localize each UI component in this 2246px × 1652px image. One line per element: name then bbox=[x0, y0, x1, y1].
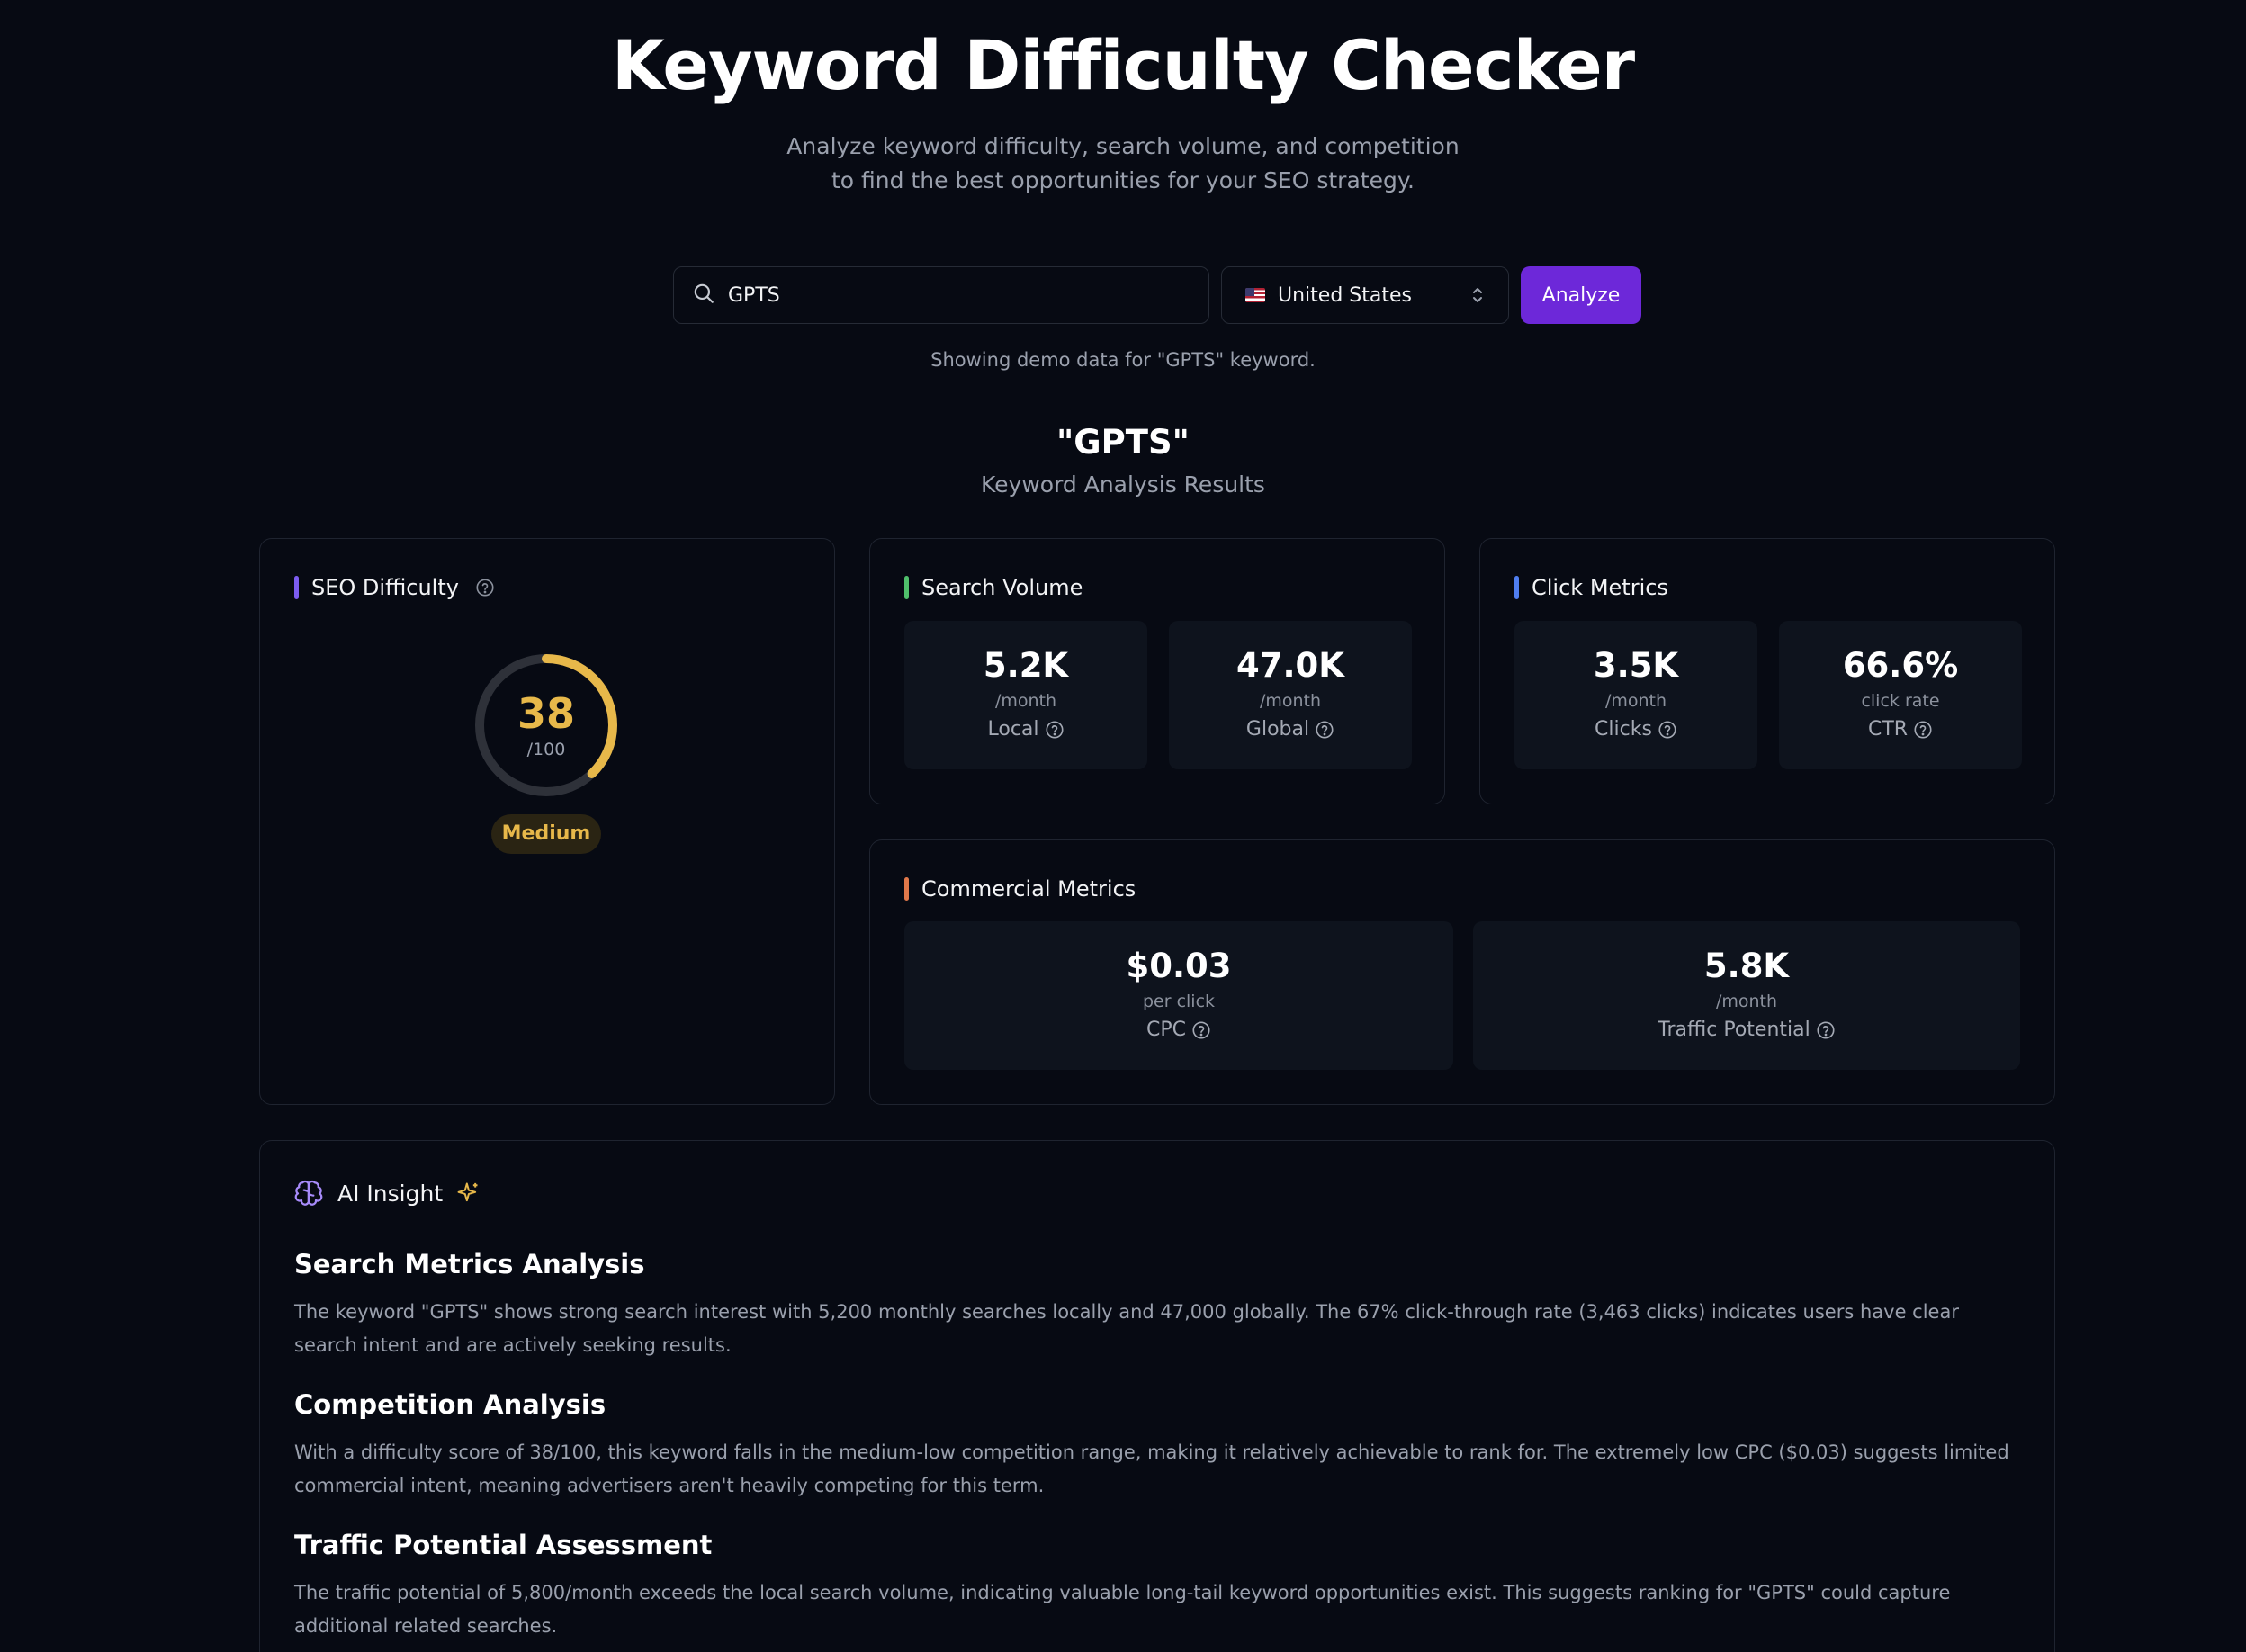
page: Keyword Difficulty Checker Analyze keywo… bbox=[0, 0, 2246, 1652]
traffic-potential-value: 5.8K bbox=[1703, 947, 1790, 985]
local-volume-label: Local bbox=[987, 718, 1039, 741]
insight-heading-traffic-potential: Traffic Potential Assessment bbox=[294, 1530, 713, 1560]
ctr-value: 66.6% bbox=[1842, 646, 1959, 685]
ctr-tile: 66.6% click rate CTR bbox=[1779, 621, 2022, 769]
local-volume-tile: 5.2K /month Local bbox=[904, 621, 1147, 769]
keyword-input[interactable] bbox=[728, 283, 1178, 307]
help-icon[interactable] bbox=[475, 578, 495, 597]
difficulty-level-badge: Medium bbox=[491, 814, 601, 854]
local-volume-label-row: Local bbox=[904, 718, 1147, 741]
difficulty-max: /100 bbox=[526, 740, 566, 759]
global-volume-tile: 47.0K /month Global bbox=[1169, 621, 1412, 769]
page-subtitle-line-1: Analyze keyword difficulty, search volum… bbox=[786, 133, 1460, 159]
cpc-value: $0.03 bbox=[1126, 947, 1232, 985]
keyword-search-box[interactable] bbox=[673, 266, 1209, 324]
page-subtitle-line-2: to find the best opportunities for your … bbox=[831, 167, 1415, 193]
help-icon[interactable] bbox=[1315, 720, 1334, 740]
click-metrics-card: Click Metrics 3.5K /month Clicks 66.6% c… bbox=[1479, 538, 2055, 804]
seo-difficulty-header: SEO Difficulty bbox=[294, 575, 495, 600]
local-volume-unit: /month bbox=[994, 691, 1057, 711]
clicks-label: Clicks bbox=[1595, 718, 1652, 741]
help-icon[interactable] bbox=[1191, 1020, 1211, 1040]
page-subtitle: Analyze keyword difficulty, search volum… bbox=[0, 130, 2246, 198]
page-title: Keyword Difficulty Checker bbox=[611, 25, 1635, 105]
ctr-label: CTR bbox=[1867, 718, 1909, 741]
result-keyword: "GPTS" bbox=[1056, 423, 1190, 462]
local-volume-value: 5.2K bbox=[983, 646, 1069, 685]
ai-insight-title: AI Insight bbox=[337, 1180, 444, 1207]
click-metrics-header: Click Metrics bbox=[1514, 575, 1668, 600]
help-icon[interactable] bbox=[1658, 720, 1677, 740]
accent-bar bbox=[904, 877, 909, 901]
commercial-metrics-title: Commercial Metrics bbox=[921, 876, 1136, 902]
cpc-unit: per click bbox=[1142, 992, 1216, 1011]
clicks-label-row: Clicks bbox=[1514, 718, 1757, 741]
ctr-unit: click rate bbox=[1861, 691, 1940, 711]
traffic-potential-unit: /month bbox=[1715, 992, 1778, 1011]
accent-bar bbox=[904, 576, 909, 599]
click-metrics-title: Click Metrics bbox=[1532, 575, 1668, 600]
accent-bar bbox=[1514, 576, 1519, 599]
clicks-value: 3.5K bbox=[1593, 646, 1679, 685]
cpc-label: CPC bbox=[1146, 1019, 1186, 1041]
insight-heading-competition: Competition Analysis bbox=[294, 1389, 606, 1420]
accent-bar bbox=[294, 576, 299, 599]
demo-data-note: Showing demo data for "GPTS" keyword. bbox=[930, 349, 1316, 371]
sparkle-icon bbox=[455, 1181, 481, 1206]
search-icon bbox=[692, 282, 715, 309]
analyze-button[interactable]: Analyze bbox=[1521, 266, 1641, 324]
insight-text-search-metrics: The keyword "GPTS" shows strong search i… bbox=[294, 1301, 1959, 1356]
clicks-unit: /month bbox=[1604, 691, 1667, 711]
insight-heading-search-metrics: Search Metrics Analysis bbox=[294, 1249, 645, 1279]
traffic-potential-label-row: Traffic Potential bbox=[1473, 1019, 2020, 1041]
us-flag-icon bbox=[1245, 288, 1265, 302]
clicks-tile: 3.5K /month Clicks bbox=[1514, 621, 1757, 769]
global-volume-label-row: Global bbox=[1169, 718, 1412, 741]
difficulty-score: 38 bbox=[517, 689, 575, 738]
result-subtitle: Keyword Analysis Results bbox=[981, 471, 1265, 498]
traffic-potential-label: Traffic Potential bbox=[1658, 1019, 1810, 1041]
help-icon[interactable] bbox=[1913, 720, 1933, 740]
brain-icon bbox=[294, 1179, 323, 1208]
country-select-value: United States bbox=[1278, 283, 1412, 307]
traffic-potential-tile: 5.8K /month Traffic Potential bbox=[1473, 921, 2020, 1070]
country-select[interactable]: United States bbox=[1221, 266, 1509, 324]
ai-insight-header: AI Insight bbox=[294, 1179, 481, 1208]
help-icon[interactable] bbox=[1045, 720, 1065, 740]
seo-difficulty-title: SEO Difficulty bbox=[311, 575, 459, 600]
ctr-label-row: CTR bbox=[1779, 718, 2022, 741]
global-volume-label: Global bbox=[1245, 718, 1310, 741]
search-volume-title: Search Volume bbox=[921, 575, 1083, 600]
cpc-label-row: CPC bbox=[904, 1019, 1453, 1041]
commercial-metrics-header: Commercial Metrics bbox=[904, 876, 1136, 902]
help-icon[interactable] bbox=[1816, 1020, 1836, 1040]
insight-text-traffic-potential: The traffic potential of 5,800/month exc… bbox=[294, 1582, 1951, 1637]
global-volume-value: 47.0K bbox=[1236, 646, 1344, 685]
commercial-metrics-card: Commercial Metrics $0.03 per click CPC 5… bbox=[869, 839, 2055, 1105]
insight-text-competition: With a difficulty score of 38/100, this … bbox=[294, 1441, 2009, 1496]
global-volume-unit: /month bbox=[1259, 691, 1322, 711]
cpc-tile: $0.03 per click CPC bbox=[904, 921, 1453, 1070]
search-volume-header: Search Volume bbox=[904, 575, 1083, 600]
search-volume-card: Search Volume 5.2K /month Local 47.0K /m… bbox=[869, 538, 1445, 804]
chevron-up-down-icon bbox=[1469, 284, 1487, 306]
ai-insight-card: AI Insight Search Metrics Analysis The k… bbox=[259, 1140, 2055, 1652]
